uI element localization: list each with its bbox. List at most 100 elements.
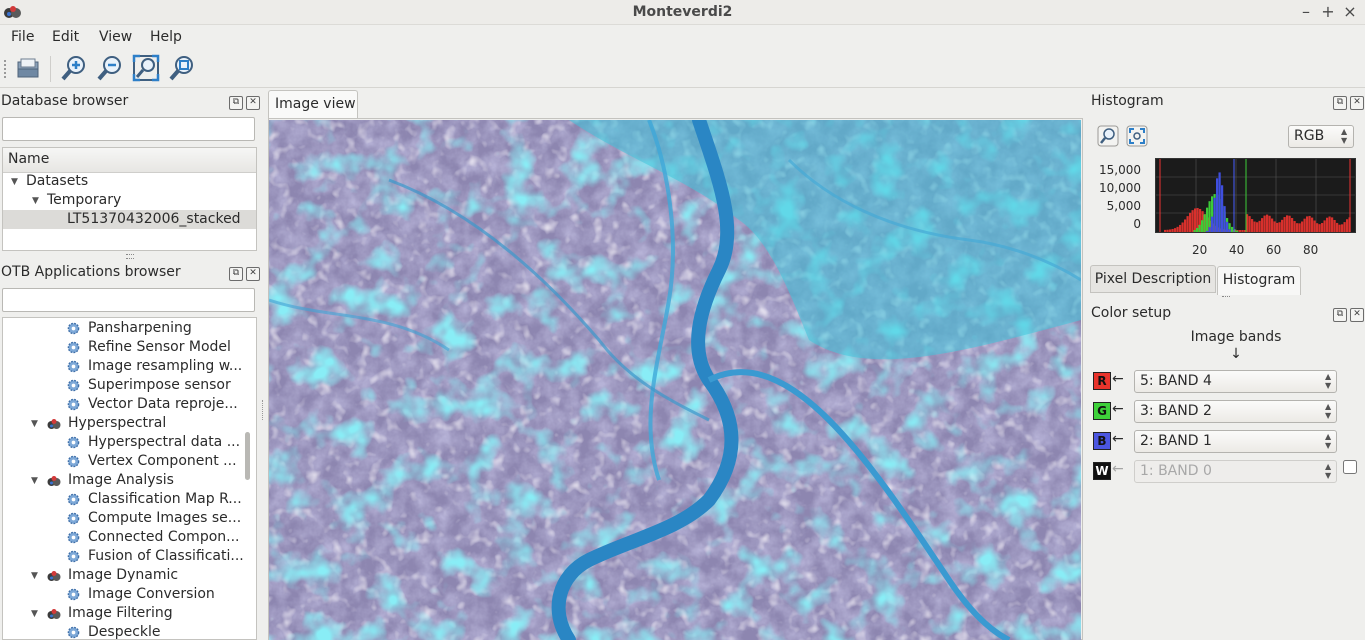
x-tick-label: 20 [1192,243,1208,257]
menu-edit[interactable]: Edit [52,25,79,49]
y-tick-label: 10,000 [1099,181,1141,195]
channel-w-band-select[interactable]: 1: BAND 0 ▲ ▼ [1134,460,1337,483]
tree-application[interactable]: Image Conversion [88,585,215,604]
histogram-plot[interactable] [1155,158,1356,233]
dock-float-icon[interactable]: ⧉ [229,267,243,281]
dock-splitter[interactable] [126,254,134,259]
dock-close-icon[interactable]: ✕ [246,267,260,281]
otb-browser-title: OTB Applications browser [1,264,181,280]
tree-category[interactable]: Image Filtering [68,604,173,623]
zoom-in-icon[interactable] [59,53,89,83]
expand-arrow-icon[interactable]: ▼ [31,476,38,486]
histogram-fit-icon[interactable] [1126,125,1148,147]
tab-histogram[interactable]: Histogram [1217,266,1301,295]
gear-icon [67,493,80,506]
minimize-button[interactable]: – [1296,2,1316,22]
expand-arrow-icon[interactable]: ▼ [31,419,38,429]
gear-icon [67,531,80,544]
tree-application[interactable]: Vertex Component ... [88,452,237,471]
spinner-arrows-icon: ▲ ▼ [1325,462,1332,480]
spinner-arrows-icon: ▲ ▼ [1325,432,1332,450]
tree-category[interactable]: Image Dynamic [68,566,178,585]
histogram-y-axis: 15,000 10,000 5,000 0 [1097,161,1141,233]
tree-application[interactable]: Connected Compon... [88,528,240,547]
tree-application[interactable]: Despeckle [88,623,161,639]
category-icon [47,571,61,581]
satellite-image[interactable] [269,120,1081,640]
gear-icon [67,512,80,525]
dock-close-icon[interactable]: ✕ [246,96,260,110]
tree-item-datasets[interactable]: Datasets [26,172,88,191]
menu-file[interactable]: File [11,25,34,49]
tree-application[interactable]: Compute Images se... [88,509,241,528]
channel-b-band-select[interactable]: 2: BAND 1 ▲ ▼ [1134,430,1337,453]
dock-close-icon[interactable]: ✕ [1350,308,1364,322]
category-icon [47,609,61,619]
tree-application[interactable]: Fusion of Classificati... [88,547,244,566]
left-arrow-icon: ← [1112,461,1124,477]
zoom-fit-icon[interactable] [131,53,161,83]
title-bar: Monteverdi2 – + × [0,0,1365,25]
image-view-tab-label: Image view [275,96,356,112]
band-select-value: 2: BAND 1 [1140,433,1212,449]
tab-pixel-description[interactable]: Pixel Description [1090,265,1216,293]
category-icon [47,476,61,486]
left-arrow-icon: ← [1112,401,1124,417]
tree-item-temporary[interactable]: Temporary [47,191,121,210]
zoom-full-icon[interactable] [167,53,197,83]
splitter-handle[interactable] [262,400,267,420]
x-tick-label: 80 [1303,243,1319,257]
left-arrow-icon: ← [1112,371,1124,387]
dock-float-icon[interactable]: ⧉ [1333,308,1347,322]
toolbar-separator [50,56,51,82]
tree-application[interactable]: Vector Data reproje... [88,395,238,414]
dock-float-icon[interactable]: ⧉ [229,96,243,110]
dock-float-icon[interactable]: ⧉ [1333,96,1347,110]
color-setup-title: Color setup [1091,305,1172,321]
image-bands-header: Image bands [1190,329,1282,345]
column-header-name[interactable]: Name [3,148,256,173]
channel-r-band-select[interactable]: 5: BAND 4 ▲ ▼ [1134,370,1337,393]
toolbar-grip[interactable] [4,60,9,78]
tab-image-view[interactable]: Image view [268,90,358,119]
gear-icon [67,360,80,373]
otb-search-input[interactable] [2,288,255,312]
expand-arrow-icon[interactable]: ▼ [31,571,38,581]
tree-application[interactable]: Superimpose sensor [88,376,231,395]
white-channel-checkbox[interactable] [1343,460,1357,474]
x-tick-label: 60 [1266,243,1282,257]
expand-arrow-icon[interactable]: ▼ [32,196,39,206]
menu-view[interactable]: View [99,25,132,49]
dock-splitter[interactable] [1222,296,1230,300]
tree-application[interactable]: Refine Sensor Model [88,338,231,357]
dock-close-icon[interactable]: ✕ [1350,96,1364,110]
menu-help[interactable]: Help [150,25,182,49]
tree-category[interactable]: Image Analysis [68,471,174,490]
database-search-input[interactable] [2,117,255,141]
tree-application[interactable]: Pansharpening [88,319,192,338]
spinner-arrows-icon: ▲ ▼ [1325,402,1332,420]
tree-application[interactable]: Classification Map R... [88,490,242,509]
gear-icon [67,436,80,449]
category-icon [47,419,61,429]
channel-g-band-select[interactable]: 3: BAND 2 ▲ ▼ [1134,400,1337,423]
open-icon[interactable] [13,53,43,83]
channel-g-badge: G [1093,402,1111,420]
histogram-zoom-icon[interactable] [1097,125,1119,147]
tree-application[interactable]: Image resampling w... [88,357,242,376]
down-arrow-icon: ↓ [1230,346,1242,362]
expand-arrow-icon[interactable]: ▼ [11,177,18,187]
histogram-mode-value: RGB [1294,128,1325,144]
maximize-button[interactable]: + [1318,2,1338,22]
close-button[interactable]: × [1340,2,1360,22]
tree-item-dataset-file[interactable]: LT51370432006_stacked [67,210,241,229]
gear-icon [67,398,80,411]
otb-tree-scrollbar[interactable] [245,432,250,480]
tree-application[interactable]: Hyperspectral data ... [88,433,240,452]
database-browser-title: Database browser [1,93,129,109]
expand-arrow-icon[interactable]: ▼ [31,609,38,619]
zoom-out-icon[interactable] [95,53,125,83]
histogram-title: Histogram [1091,93,1164,109]
histogram-mode-select[interactable]: RGB ▲ ▼ [1288,125,1354,148]
tree-category[interactable]: Hyperspectral [68,414,166,433]
